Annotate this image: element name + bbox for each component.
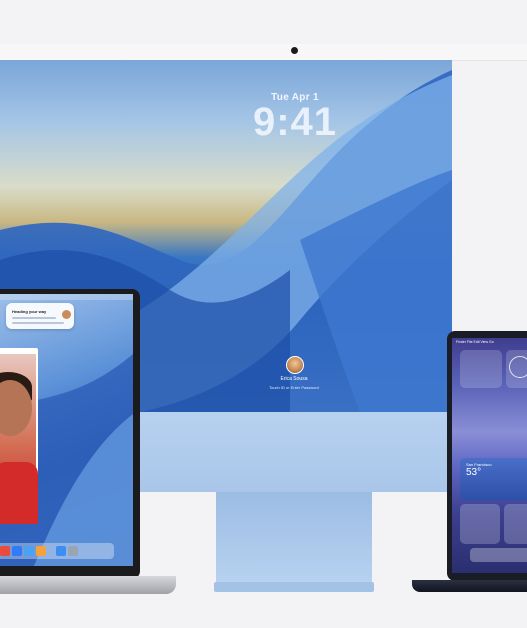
folder-icon[interactable] bbox=[56, 546, 66, 556]
mbp-menu-bar bbox=[0, 294, 133, 300]
calendar-widget[interactable] bbox=[460, 350, 502, 388]
widget[interactable] bbox=[460, 504, 500, 544]
widget[interactable] bbox=[504, 504, 527, 544]
notification-title: Heading your way bbox=[12, 309, 47, 314]
macbook-pro-base bbox=[0, 576, 176, 594]
imac-camera bbox=[291, 47, 298, 54]
imac-stand bbox=[216, 492, 372, 584]
clock-icon bbox=[509, 356, 527, 378]
dock-app-icon[interactable] bbox=[0, 546, 10, 556]
notification-text-line bbox=[12, 317, 56, 319]
dock-app-icon[interactable] bbox=[36, 546, 46, 556]
password-hint: Touch ID or Enter Password bbox=[269, 385, 319, 390]
mba-dock bbox=[470, 548, 527, 562]
user-name: Erica Sousa bbox=[280, 376, 308, 382]
notification-avatar bbox=[62, 310, 71, 319]
app-store-icon[interactable] bbox=[12, 546, 22, 556]
imac-foot bbox=[214, 582, 374, 592]
dock-app-icon[interactable] bbox=[24, 546, 34, 556]
imac-bezel bbox=[0, 44, 527, 61]
user-avatar[interactable] bbox=[286, 356, 304, 374]
lock-screen-time: 9:41 bbox=[252, 100, 338, 144]
mba-menu-bar: Finder File Edit View Go bbox=[456, 340, 494, 344]
caller-shirt bbox=[0, 462, 38, 524]
macbook-air-base bbox=[412, 580, 527, 592]
weather-temperature: 53° bbox=[466, 467, 482, 478]
trash-icon[interactable] bbox=[68, 546, 78, 556]
notification-text-line bbox=[12, 322, 64, 324]
